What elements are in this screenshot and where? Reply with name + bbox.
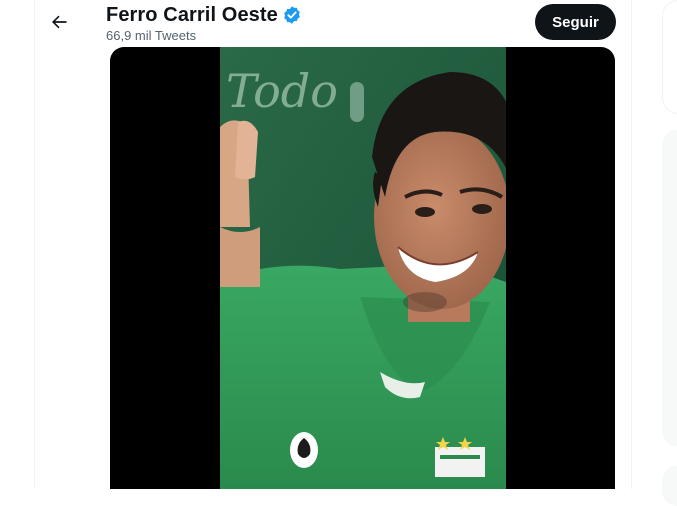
sidebar-trends-card [662, 130, 677, 446]
video-player[interactable]: Todo [110, 47, 615, 489]
sidebar-search-card [662, 0, 677, 114]
verified-badge-icon [282, 5, 302, 25]
follow-button[interactable]: Seguir [535, 4, 616, 40]
sidebar-follow-card [662, 466, 677, 506]
column-divider-left [34, 0, 35, 489]
arrow-left-icon [52, 15, 67, 29]
video-frame: Todo [220, 47, 506, 489]
profile-name: Ferro Carril Oeste [106, 3, 278, 26]
wall-text: Todo [226, 64, 338, 118]
column-divider-right [631, 0, 632, 489]
profile-title-row: Ferro Carril Oeste [106, 2, 302, 28]
back-button[interactable] [41, 5, 77, 39]
tweet-count: 66,9 mil Tweets [106, 28, 197, 43]
video-still: Todo [220, 47, 506, 489]
